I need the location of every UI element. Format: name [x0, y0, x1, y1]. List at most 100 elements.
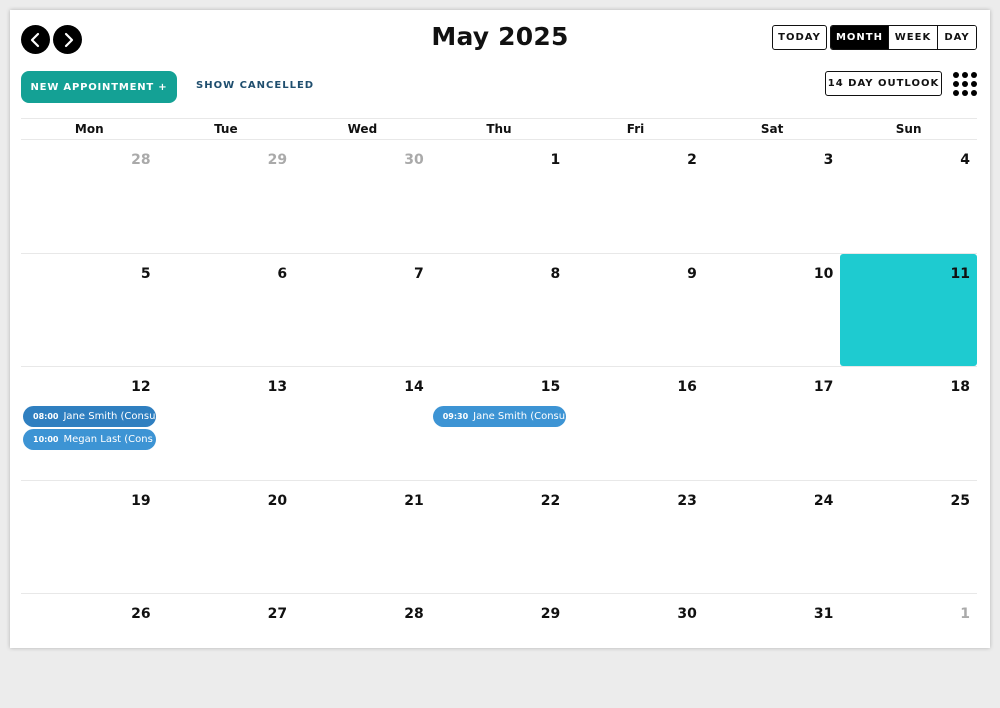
day-number: 26	[131, 606, 151, 622]
day-cell[interactable]: 19	[21, 481, 158, 594]
day-cell[interactable]: 28	[294, 594, 431, 708]
day-number: 6	[277, 265, 288, 282]
week-row: 5 6 7 8 9 10 11	[21, 253, 977, 367]
day-cell[interactable]: 8	[431, 254, 568, 367]
day-number: 31	[813, 606, 834, 622]
day-cell[interactable]: 18	[840, 367, 977, 480]
day-number: 23	[677, 492, 697, 509]
weekday-label: Wed	[347, 122, 378, 136]
day-number: 28	[131, 152, 151, 168]
weekday-label: Sat	[760, 122, 784, 136]
show-cancelled-link[interactable]: SHOW CANCELLED	[196, 80, 314, 91]
weekday-label: Mon	[74, 122, 104, 136]
day-view-button[interactable]: DAY	[938, 26, 976, 49]
day-number: 15	[540, 379, 561, 395]
day-cell[interactable]: 26	[21, 594, 158, 708]
day-number: 12	[131, 379, 151, 395]
day-cell[interactable]: 17	[704, 367, 841, 480]
day-number: 9	[687, 265, 697, 282]
day-number: 11	[950, 265, 970, 282]
day-cell[interactable]: 31	[704, 594, 841, 708]
day-number: 19	[131, 492, 151, 509]
appointment-event[interactable]: 09:30 Jane Smith (Consu	[432, 406, 566, 427]
event-title: Jane Smith (Consu	[63, 411, 156, 422]
month-view-button[interactable]: MONTH	[831, 26, 889, 49]
day-number: 24	[813, 492, 834, 509]
weekday-label: Thu	[486, 122, 512, 136]
day-cell[interactable]: 1	[840, 594, 977, 708]
day-number: 14	[404, 379, 424, 395]
day-number: 2	[687, 152, 697, 168]
appointment-event[interactable]: 10:00 Megan Last (Cons	[23, 429, 156, 450]
day-number: 27	[267, 606, 288, 622]
day-cell[interactable]: 7	[294, 254, 431, 367]
event-time: 10:00	[33, 435, 59, 444]
week-row: 19 20 21 22 23 24 25	[21, 481, 977, 594]
day-cell[interactable]: 22	[431, 481, 568, 594]
event-title: Jane Smith (Consu	[473, 411, 566, 422]
day-cell[interactable]: 13	[158, 367, 295, 480]
day-number: 1	[550, 152, 561, 168]
day-cell[interactable]: 23	[567, 481, 704, 594]
day-cell[interactable]: 20	[158, 481, 295, 594]
weekday-label: Fri	[626, 122, 645, 136]
week-row: 26 27 28 29 30 31 1	[21, 594, 977, 708]
week-row: 12 08:00 Jane Smith (Consu 10:00 Megan L…	[21, 367, 977, 481]
day-number: 30	[404, 152, 424, 168]
day-cell[interactable]: 10	[704, 254, 841, 367]
calendar-card: May 2025 TODAY MONTH WEEK DAY NEW APPOIN…	[10, 10, 990, 648]
day-cell[interactable]: 12 08:00 Jane Smith (Consu 10:00 Megan L…	[21, 367, 158, 480]
day-number: 21	[404, 492, 424, 509]
day-number: 4	[960, 152, 970, 168]
weekday-label: Sun	[895, 122, 922, 136]
day-cell[interactable]: 2	[567, 140, 704, 253]
day-number: 10	[813, 265, 834, 282]
view-switcher: MONTH WEEK DAY	[830, 25, 977, 50]
event-title: Megan Last (Cons	[63, 434, 153, 445]
day-number: 16	[677, 379, 697, 395]
day-number: 7	[413, 265, 424, 282]
day-number: 5	[140, 265, 151, 282]
day-cell[interactable]: 28	[21, 140, 158, 253]
day-cell[interactable]: 3	[704, 140, 841, 253]
new-appointment-button[interactable]: NEW APPOINTMENT +	[21, 71, 177, 103]
week-row: 28 29 30 1 2 3 4	[21, 140, 977, 254]
day-cell[interactable]: 4	[840, 140, 977, 253]
day-cell[interactable]: 14	[294, 367, 431, 480]
weekday-label: Tue	[214, 122, 238, 136]
day-number: 1	[960, 606, 970, 622]
weekday-header: Mon Tue Wed Thu Fri Sat Sun	[21, 118, 977, 140]
week-view-button[interactable]: WEEK	[889, 26, 938, 49]
day-number: 20	[267, 492, 288, 509]
day-cell[interactable]: 15 09:30 Jane Smith (Consu	[431, 367, 568, 480]
day-cell[interactable]: 5	[21, 254, 158, 367]
appointment-event[interactable]: 08:00 Jane Smith (Consu	[23, 406, 156, 427]
day-cell[interactable]: 29	[431, 594, 568, 708]
event-time: 08:00	[33, 412, 59, 421]
apps-grid-icon[interactable]	[953, 72, 977, 96]
day-number: 18	[950, 379, 970, 395]
day-cell[interactable]: 24	[704, 481, 841, 594]
day-cell[interactable]: 25	[840, 481, 977, 594]
day-number: 22	[540, 492, 561, 509]
event-time: 09:30	[442, 412, 469, 421]
fourteen-day-outlook-button[interactable]: 14 DAY OUTLOOK	[825, 71, 942, 96]
day-cell[interactable]: 29	[158, 140, 295, 253]
day-number: 28	[404, 606, 424, 622]
day-cell[interactable]: 21	[294, 481, 431, 594]
day-number: 3	[823, 152, 834, 168]
day-cell[interactable]: 1	[431, 140, 568, 253]
month-grid: 28 29 30 1 2 3 4 5 6 7 8 9 10 11 12 08:0…	[21, 140, 977, 708]
day-cell[interactable]: 30	[567, 594, 704, 708]
day-cell[interactable]: 9	[567, 254, 704, 367]
day-number: 29	[540, 606, 561, 622]
day-number: 25	[950, 492, 970, 509]
day-cell[interactable]: 16	[567, 367, 704, 480]
day-cell[interactable]: 30	[294, 140, 431, 253]
day-cell[interactable]: 27	[158, 594, 295, 708]
day-cell[interactable]: 6	[158, 254, 295, 367]
today-day-cell[interactable]: 11	[840, 253, 977, 366]
day-number: 30	[677, 606, 697, 622]
today-button[interactable]: TODAY	[772, 25, 827, 50]
day-number: 29	[267, 152, 288, 168]
